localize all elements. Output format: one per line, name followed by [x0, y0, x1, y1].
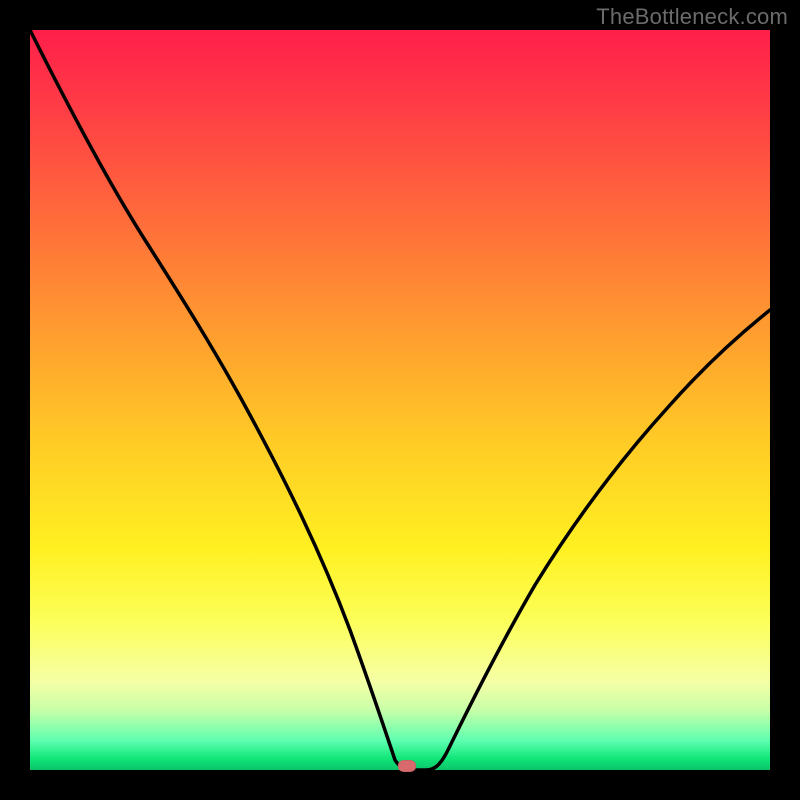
plot-area: [30, 30, 770, 770]
bottleneck-curve-path: [30, 30, 770, 770]
chart-frame: TheBottleneck.com: [0, 0, 800, 800]
curve-svg: [30, 30, 770, 770]
optimal-point-marker: [398, 760, 416, 772]
watermark-text: TheBottleneck.com: [596, 4, 788, 30]
